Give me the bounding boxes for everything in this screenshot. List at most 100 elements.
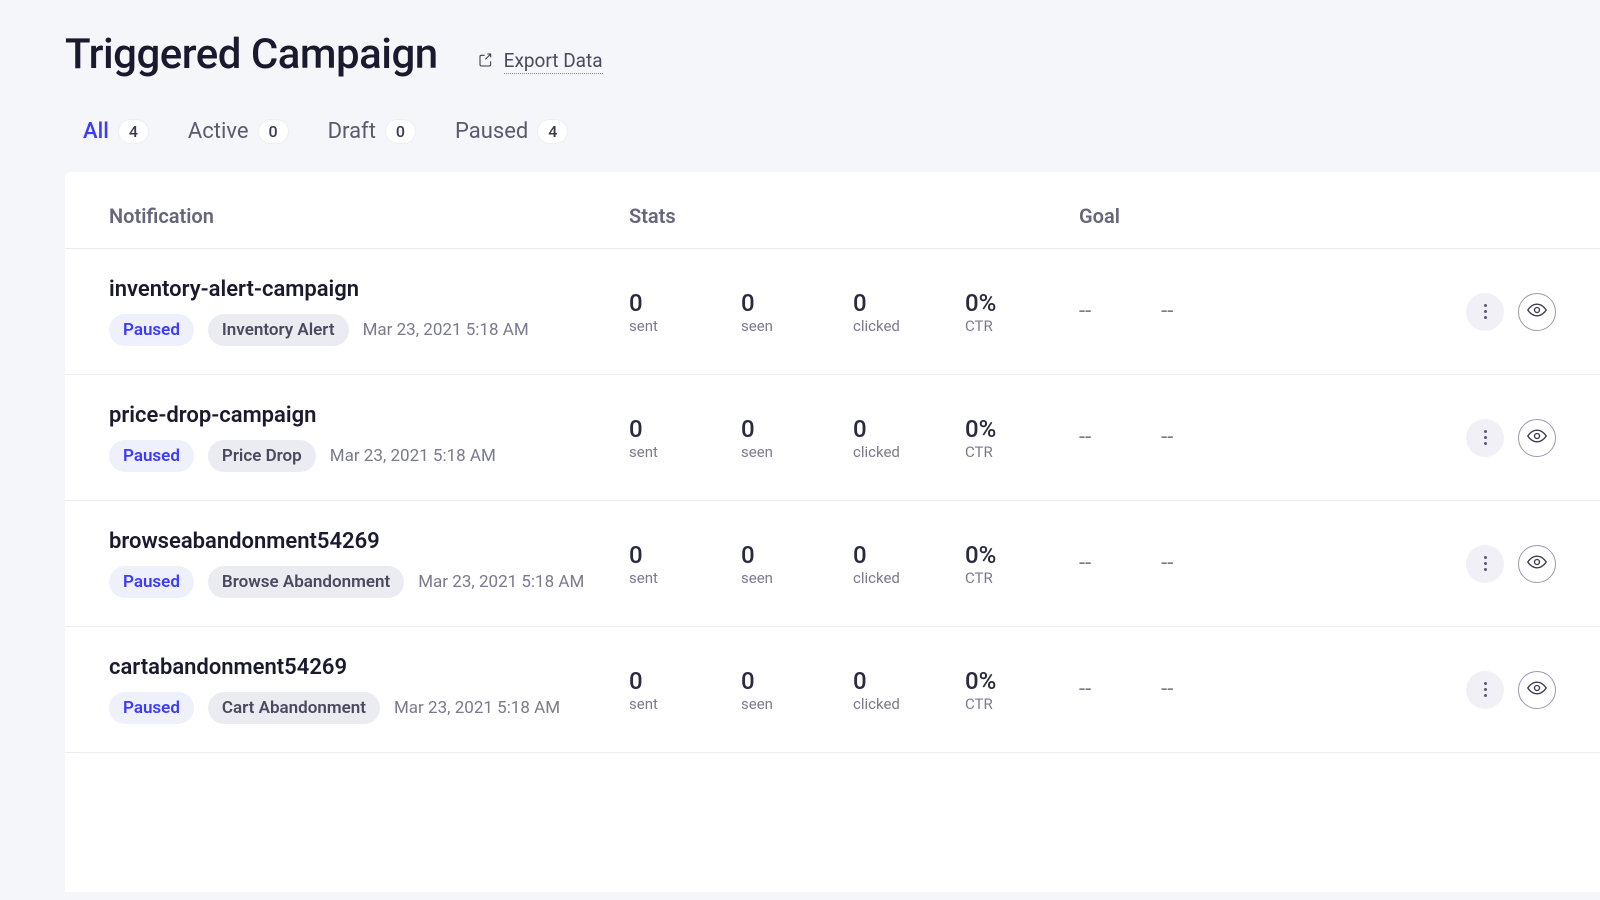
stat-value: 0 [629, 541, 741, 569]
tab-label: Paused [455, 119, 528, 144]
goal-value-a: -- [1079, 551, 1091, 576]
stat-value: 0 [629, 667, 741, 695]
stat-value: 0 [853, 667, 965, 695]
export-data-link[interactable]: Export Data [478, 49, 603, 74]
stats-cell: 0sent0seen0clicked0%CTR [629, 667, 1079, 713]
stat-value: 0 [853, 415, 965, 443]
tab-paused[interactable]: Paused4 [455, 119, 567, 144]
more-vertical-icon [1484, 682, 1487, 697]
eye-icon [1527, 678, 1547, 702]
stat-label: clicked [853, 317, 965, 335]
table-row: price-drop-campaignPausedPrice DropMar 2… [65, 375, 1600, 501]
stat-seen: 0seen [741, 415, 853, 461]
row-menu-button[interactable] [1466, 293, 1504, 331]
stat-value: 0 [741, 541, 853, 569]
more-vertical-icon [1484, 556, 1487, 571]
stat-clicked: 0clicked [853, 415, 965, 461]
table-row: inventory-alert-campaign Paused Inventory … [65, 249, 1600, 375]
row-menu-button[interactable] [1466, 671, 1504, 709]
stat-seen: 0seen [741, 541, 853, 587]
stat-clicked: 0clicked [853, 667, 965, 713]
stat-sent: 0sent [629, 289, 741, 335]
stats-cell: 0sent0seen0clicked0%CTR [629, 415, 1079, 461]
goal-value-b: -- [1161, 425, 1173, 450]
stat-value: 0% [965, 415, 1077, 443]
notification-cell: price-drop-campaignPausedPrice DropMar 2… [109, 403, 629, 472]
campaign-panel: Notification Stats Goal inventory-alert-… [65, 172, 1600, 892]
stats-cell: 0sent0seen0clicked0%CTR [629, 541, 1079, 587]
stat-sent: 0sent [629, 541, 741, 587]
stat-label: clicked [853, 695, 965, 713]
notification-cell: cartabandonment54269 Paused Cart Abandonme… [109, 655, 629, 724]
more-vertical-icon [1484, 304, 1487, 319]
stat-label: sent [629, 695, 741, 713]
tab-label: Draft [328, 119, 376, 144]
tab-label: All [83, 119, 109, 144]
campaign-name[interactable]: inventory-alert-campaign [109, 277, 629, 302]
stat-value: 0% [965, 289, 1077, 317]
stat-value: 0 [629, 415, 741, 443]
stat-value: 0% [965, 541, 1077, 569]
goal-cell: -- -- [1079, 677, 1369, 702]
type-badge: Cart Abandonment [208, 692, 380, 724]
stat-value: 0 [741, 289, 853, 317]
stat-value: 0 [741, 667, 853, 695]
stat-label: CTR [965, 695, 1077, 713]
stat-label: CTR [965, 317, 1077, 335]
row-actions [1369, 671, 1556, 709]
stat-seen: 0seen [741, 289, 853, 335]
goal-value-a: -- [1079, 677, 1091, 702]
page-title: Triggered Campaign [65, 30, 438, 79]
goal-value-b: -- [1161, 677, 1173, 702]
timestamp: Mar 23, 2021 5:18 AM [394, 698, 560, 718]
status-badge: Paused [109, 692, 194, 724]
type-badge: Inventory Alert [208, 314, 349, 346]
stat-value: 0 [853, 289, 965, 317]
stat-label: CTR [965, 443, 1077, 461]
stat-value: 0 [629, 289, 741, 317]
tab-all[interactable]: All4 [83, 119, 148, 144]
type-badge: Price Drop [208, 440, 316, 472]
row-actions [1369, 293, 1556, 331]
goal-value-b: -- [1161, 299, 1173, 324]
campaign-name[interactable]: cartabandonment54269 [109, 655, 629, 680]
row-menu-button[interactable] [1466, 545, 1504, 583]
tabs: All4 Active0 Draft0 Paused4 [83, 119, 1600, 144]
stat-label: sent [629, 317, 741, 335]
status-badge: Paused [109, 314, 194, 346]
stat-label: seen [741, 317, 853, 335]
stat-clicked: 0clicked [853, 541, 965, 587]
notification-cell: browseabandonment54269PausedBrowse Aband… [109, 529, 629, 598]
tab-label: Active [188, 119, 249, 144]
column-notification: Notification [109, 204, 629, 228]
campaign-name[interactable]: price-drop-campaign [109, 403, 629, 428]
tab-active[interactable]: Active0 [188, 119, 288, 144]
notification-cell: inventory-alert-campaign Paused Inventory … [109, 277, 629, 346]
preview-button[interactable] [1518, 671, 1556, 709]
stat-label: sent [629, 443, 741, 461]
stats-cell: 0sent0seen0clicked0%CTR [629, 289, 1079, 335]
tab-draft[interactable]: Draft0 [328, 119, 415, 144]
timestamp: Mar 23, 2021 5:18 AM [363, 320, 529, 340]
table-row: browseabandonment54269PausedBrowse Aband… [65, 501, 1600, 627]
stat-sent: 0sent [629, 667, 741, 713]
stat-label: seen [741, 443, 853, 461]
stat-label: sent [629, 569, 741, 587]
row-menu-button[interactable] [1466, 419, 1504, 457]
goal-cell: ---- [1079, 299, 1369, 324]
stat-ctr: 0%CTR [965, 667, 1077, 713]
preview-button[interactable] [1518, 545, 1556, 583]
export-icon [478, 50, 494, 73]
goal-cell: ---- [1079, 551, 1369, 576]
preview-button[interactable] [1518, 293, 1556, 331]
preview-button[interactable] [1518, 419, 1556, 457]
export-data-label: Export Data [504, 49, 603, 74]
campaign-name[interactable]: browseabandonment54269 [109, 529, 629, 554]
stat-sent: 0sent [629, 415, 741, 461]
stat-value: 0% [965, 667, 1077, 695]
status-badge: Paused [109, 566, 194, 598]
goal-value-a: -- [1079, 425, 1091, 450]
stat-label: seen [741, 569, 853, 587]
stat-value: 0 [741, 415, 853, 443]
stat-clicked: 0clicked [853, 289, 965, 335]
